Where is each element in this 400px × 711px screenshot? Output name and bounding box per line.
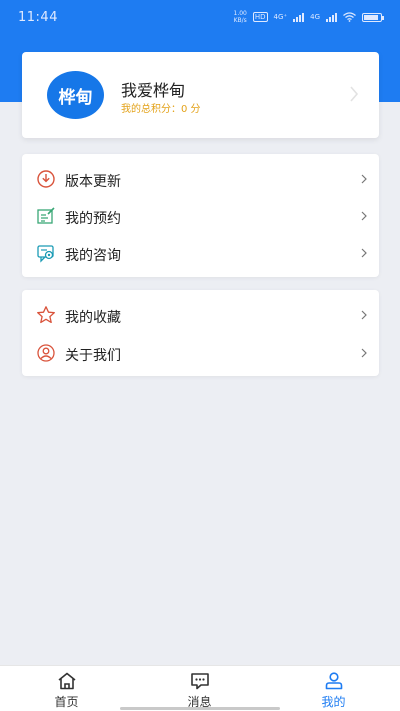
chevron-right-icon bbox=[361, 348, 367, 358]
menu-label: 我的收藏 bbox=[65, 310, 121, 326]
chevron-right-icon bbox=[361, 248, 367, 258]
menu-label: 关于我们 bbox=[65, 348, 121, 364]
profile-card[interactable]: 桦甸 我爱桦甸 我的总积分：0 分 bbox=[22, 52, 379, 138]
signal-icon-2 bbox=[326, 12, 337, 22]
menu-item-version-update[interactable]: 版本更新 bbox=[22, 160, 379, 198]
network-type-2: 4G bbox=[310, 13, 320, 21]
menu-item-about-us[interactable]: 关于我们 bbox=[22, 334, 379, 372]
menu-group-about: 我的收藏 关于我们 bbox=[22, 290, 379, 376]
home-icon bbox=[57, 672, 76, 690]
chevron-right-icon bbox=[350, 86, 359, 102]
user-icon bbox=[325, 672, 342, 690]
network-type-1: 4G⁺ bbox=[273, 13, 288, 21]
star-icon bbox=[37, 306, 55, 324]
chat-screen-icon bbox=[37, 245, 54, 263]
menu-label: 我的咨询 bbox=[65, 248, 121, 264]
user-circle-icon bbox=[37, 344, 55, 362]
chevron-right-icon bbox=[361, 174, 367, 184]
tab-home[interactable]: 首页 bbox=[0, 666, 133, 711]
message-icon bbox=[190, 673, 209, 690]
battery-icon bbox=[362, 12, 384, 22]
home-indicator[interactable] bbox=[120, 707, 280, 710]
menu-item-my-consultations[interactable]: 我的咨询 bbox=[22, 234, 379, 272]
points-label: 我的总积分：0 分 bbox=[121, 104, 201, 115]
wifi-icon bbox=[343, 12, 356, 22]
tab-label: 首页 bbox=[54, 695, 79, 709]
status-time: 11:44 bbox=[18, 9, 58, 25]
chevron-right-icon bbox=[361, 310, 367, 320]
avatar[interactable]: 桦甸 bbox=[47, 71, 104, 119]
tab-label: 我的 bbox=[321, 695, 346, 709]
signal-icon bbox=[293, 12, 305, 22]
status-bar: 11:44 1.00 KB/s HD 4G⁺ 4G bbox=[0, 0, 400, 34]
profile-name: 我爱桦甸 bbox=[121, 81, 186, 100]
hd-badge: HD bbox=[252, 12, 268, 22]
chevron-right-icon bbox=[361, 211, 367, 221]
status-icons: 1.00 KB/s HD 4G⁺ 4G bbox=[233, 10, 384, 24]
menu-group-settings: 版本更新 我的预约 我的咨询 bbox=[22, 154, 379, 277]
menu-label: 我的预约 bbox=[65, 211, 121, 227]
download-circle-icon bbox=[37, 170, 55, 188]
menu-label: 版本更新 bbox=[65, 174, 121, 190]
edit-note-icon bbox=[37, 207, 55, 224]
network-speed: 1.00 KB/s bbox=[233, 10, 247, 24]
tab-mine[interactable]: 我的 bbox=[267, 666, 400, 711]
tab-messages[interactable]: 消息 bbox=[133, 666, 266, 711]
menu-item-my-appointments[interactable]: 我的预约 bbox=[22, 197, 379, 235]
bottom-tab-bar: 首页 消息 我的 bbox=[0, 665, 400, 711]
menu-item-my-favorites[interactable]: 我的收藏 bbox=[22, 296, 379, 334]
